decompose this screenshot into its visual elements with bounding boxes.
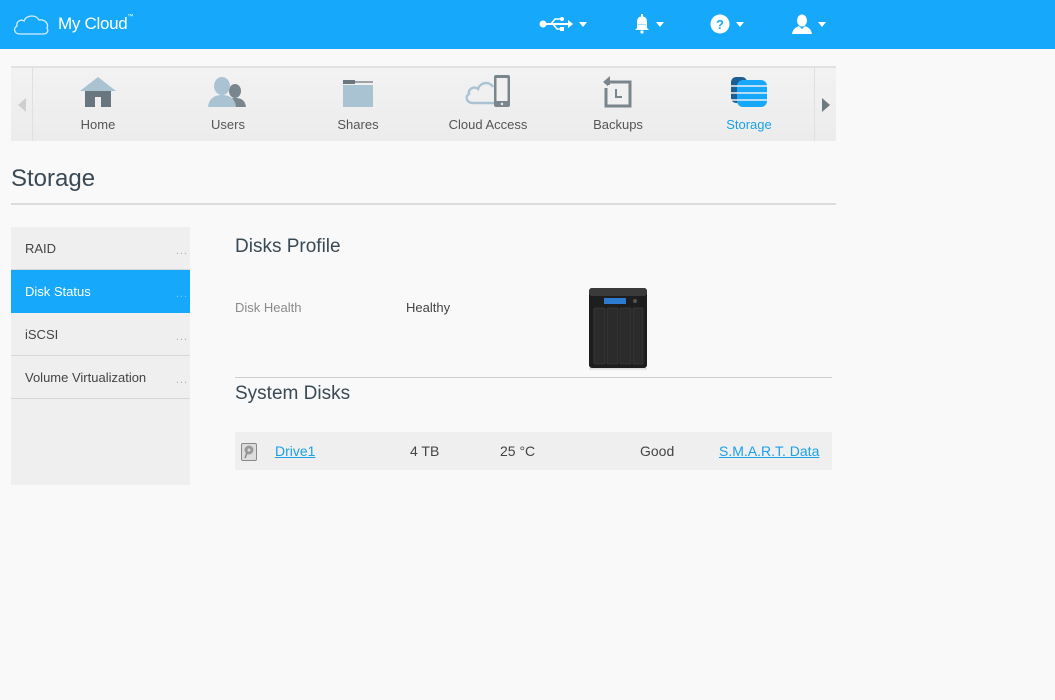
usb-icon (539, 17, 573, 31)
more-indicator: ... (175, 374, 188, 386)
chevron-down-icon (656, 21, 664, 27)
storage-sidebar: RAID ... Disk Status ... iSCSI ... Volum… (11, 227, 190, 485)
cloud-logo-icon (13, 15, 49, 35)
home-icon (80, 77, 116, 107)
nas-device-icon (589, 288, 647, 372)
sidebar-item-raid[interactable]: RAID ... (11, 227, 190, 270)
usb-menu-button[interactable] (539, 12, 587, 36)
disk-health-label: Disk Health (235, 300, 302, 315)
drive-status: Good (640, 443, 675, 459)
sidebar-item-label: RAID (25, 240, 57, 256)
more-indicator: ... (175, 331, 188, 343)
nav-item-home[interactable]: Home (33, 68, 163, 141)
nav-label: Backups (593, 117, 643, 132)
divider (235, 377, 832, 378)
user-icon (792, 14, 812, 34)
sidebar-item-label: Volume Virtualization (25, 369, 147, 385)
user-menu-button[interactable] (792, 12, 826, 36)
help-icon: ? (710, 14, 730, 34)
sidebar-item-volume-virtualization[interactable]: Volume Virtualization ... (11, 356, 190, 399)
disks-profile-title: Disks Profile (235, 236, 341, 257)
disk-health-value: Healthy (406, 300, 451, 315)
smart-data-link[interactable]: S.M.A.R.T. Data (719, 443, 819, 459)
backup-icon (603, 76, 632, 108)
system-disks-title: System Disks (235, 383, 351, 404)
storage-icon (731, 77, 767, 107)
nav-item-shares[interactable]: Shares (293, 68, 423, 141)
nav-label: Storage (726, 117, 772, 132)
cloud-device-icon (465, 75, 510, 107)
more-indicator: ... (175, 288, 188, 300)
sidebar-item-label: Disk Status (25, 283, 91, 299)
nav-label: Home (80, 117, 116, 132)
nav-label: Users (211, 117, 245, 132)
folder-icon (343, 80, 373, 107)
nav-scroll-right[interactable] (814, 68, 836, 141)
app-title: My Cloud™ (58, 14, 134, 33)
top-bar: My Cloud™ ? (0, 0, 1055, 49)
sidebar-item-disk-status[interactable]: Disk Status ... (11, 270, 190, 313)
nav-label: Shares (337, 117, 379, 132)
arrow-right-icon (821, 97, 830, 112)
drive-icon (241, 443, 257, 464)
nav-item-cloud-access[interactable]: Cloud Access (423, 68, 553, 141)
drive-name-link[interactable]: Drive1 (275, 443, 315, 459)
nav-item-backups[interactable]: Backups (553, 68, 683, 141)
logo[interactable]: My Cloud™ (12, 12, 133, 36)
drive-temperature: 25 °C (500, 443, 536, 459)
users-icon (208, 77, 246, 107)
page-title: Storage (11, 165, 96, 192)
main-nav: Home Users Shares Cloud Access Backups S… (11, 66, 836, 141)
arrow-left-icon (17, 97, 26, 112)
nav-label: Cloud Access (448, 117, 528, 132)
bell-icon (635, 14, 649, 34)
nav-item-users[interactable]: Users (163, 68, 293, 141)
sidebar-item-label: iSCSI (25, 326, 59, 342)
chevron-down-icon (818, 21, 826, 27)
chevron-down-icon (579, 21, 587, 27)
help-button[interactable]: ? (710, 12, 744, 36)
sidebar-item-iscsi[interactable]: iSCSI ... (11, 313, 190, 356)
notifications-button[interactable] (634, 12, 664, 36)
chevron-down-icon (736, 21, 744, 27)
table-row: Drive1 4 TB 25 °C Good S.M.A.R.T. Data (235, 432, 832, 470)
nas-device-image (585, 286, 651, 377)
nav-item-storage[interactable]: Storage (684, 68, 814, 141)
nav-scroll-left[interactable] (11, 68, 33, 141)
more-indicator: ... (175, 245, 188, 257)
svg-text:?: ? (716, 17, 724, 32)
drive-size: 4 TB (410, 443, 440, 459)
divider (11, 203, 836, 205)
